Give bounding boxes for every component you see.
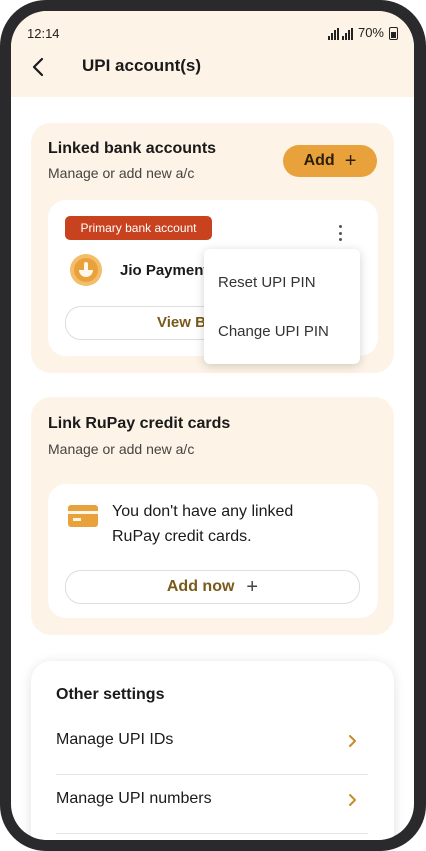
settings-row-manage-upi-ids[interactable]: Manage UPI IDs <box>56 716 368 775</box>
chevron-right-icon <box>349 735 356 747</box>
bank-logo-icon <box>70 254 102 286</box>
battery-icon <box>389 27 398 40</box>
chevron-right-icon <box>349 794 356 806</box>
add-now-label: Add now <box>166 578 235 595</box>
credit-card-icon <box>68 505 98 527</box>
phone-frame: 12:14 70% UPI account(s) Linked bank acc… <box>0 0 426 851</box>
status-bar: 12:14 70% <box>11 11 414 51</box>
status-time: 12:14 <box>27 26 60 41</box>
rupay-empty-text: You don't have any linked RuPay credit c… <box>112 503 294 545</box>
plus-icon: + <box>344 150 357 172</box>
more-options-icon[interactable] <box>337 225 343 241</box>
rupay-subtitle: Manage or add new a/c <box>48 441 195 457</box>
back-arrow-icon[interactable] <box>27 55 51 79</box>
status-icons: 70% <box>327 25 398 40</box>
other-settings-title: Other settings <box>56 686 165 703</box>
linked-accounts-subtitle: Manage or add new a/c <box>48 165 195 181</box>
linked-accounts-title: Linked bank accounts <box>48 140 217 157</box>
menu-item-reset-upi-pin[interactable]: Reset UPI PIN <box>218 274 316 291</box>
plus-icon: + <box>246 576 259 598</box>
menu-item-change-upi-pin[interactable]: Change UPI PIN <box>218 323 329 340</box>
bank-name: Jio Payments Bank <box>120 262 210 279</box>
other-settings-card: Other settings Manage UPI IDs Manage UPI… <box>31 661 394 840</box>
screen: 12:14 70% UPI account(s) Linked bank acc… <box>11 11 414 840</box>
battery-percent: 70% <box>357 25 384 40</box>
signal-icon <box>341 28 353 40</box>
primary-account-badge: Primary bank account <box>65 216 212 240</box>
page-title: UPI account(s) <box>82 56 202 75</box>
settings-row-label: Manage UPI IDs <box>56 731 174 748</box>
add-account-label: Add <box>303 152 335 169</box>
options-menu: Reset UPI PIN Change UPI PIN <box>204 249 360 364</box>
signal-icon <box>327 28 339 40</box>
settings-row-manage-upi-numbers[interactable]: Manage UPI numbers <box>56 775 368 834</box>
settings-row-label: Manage UPI numbers <box>56 790 212 807</box>
rupay-title: Link RuPay credit cards <box>48 415 231 432</box>
add-now-button[interactable]: Add now + <box>65 570 360 604</box>
add-account-button[interactable]: Add + <box>283 145 377 177</box>
